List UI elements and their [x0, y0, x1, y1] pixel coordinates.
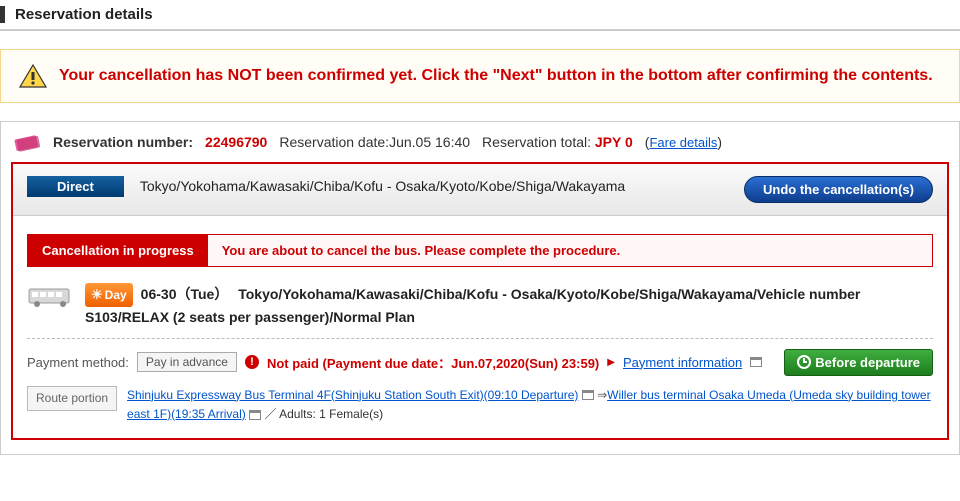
departure-terminal-link[interactable]: Shinjuku Expressway Bus Terminal 4F(Shin… — [127, 388, 578, 402]
fare-details-link[interactable]: Fare details — [649, 135, 717, 150]
trip-row: ☀Day06-30（Tue） Tokyo/Yokohama/Kawasaki/C… — [27, 283, 933, 328]
payment-row: Payment method: Pay in advance ! Not pai… — [27, 349, 933, 376]
reservation-panel: Reservation number: 22496790 Reservation… — [0, 121, 960, 455]
reservation-number-value: 22496790 — [205, 134, 267, 150]
new-window-icon — [582, 390, 594, 400]
page-title: Reservation details — [0, 6, 960, 23]
page-title-section: Reservation details — [0, 0, 960, 31]
alert-icon: ! — [245, 355, 259, 369]
route-box: Direct Tokyo/Yokohama/Kawasaki/Chiba/Kof… — [11, 162, 949, 440]
divider — [27, 338, 933, 339]
new-window-icon — [750, 357, 762, 367]
warning-icon — [19, 64, 47, 88]
arrow-double-icon: ⇒ — [597, 388, 607, 402]
route-body: Cancellation in progress You are about t… — [13, 216, 947, 438]
route-header: Direct Tokyo/Yokohama/Kawasaki/Chiba/Kof… — [13, 164, 947, 216]
fare-details-wrap: (Fare details) — [645, 134, 722, 150]
payment-information-link[interactable]: Payment information — [623, 355, 742, 370]
reservation-header: Reservation number: 22496790 Reservation… — [1, 122, 959, 162]
warning-banner: Your cancellation has NOT been confirmed… — [0, 49, 960, 103]
route-portion-text: Shinjuku Expressway Bus Terminal 4F(Shin… — [127, 386, 933, 424]
cancellation-progress-label: Cancellation in progress — [28, 235, 208, 266]
route-portion-row: Route portion Shinjuku Expressway Bus Te… — [27, 386, 933, 424]
route-text: Tokyo/Yokohama/Kawasaki/Chiba/Kofu - Osa… — [140, 176, 744, 197]
undo-cancellation-button[interactable]: Undo the cancellation(s) — [744, 176, 933, 203]
panel-bottom-spacer — [11, 440, 949, 446]
new-window-icon — [249, 410, 261, 420]
direct-badge: Direct — [27, 176, 124, 197]
passengers-text: Adults: 1 Female(s) — [279, 407, 383, 421]
cancellation-progress-bar: Cancellation in progress You are about t… — [27, 234, 933, 267]
trip-date: 06-30（Tue） — [141, 286, 229, 302]
ticket-icon — [13, 132, 41, 152]
route-portion-label: Route portion — [27, 386, 117, 411]
clock-icon — [797, 355, 811, 369]
before-departure-button[interactable]: Before departure — [784, 349, 933, 376]
not-paid-text: Not paid (Payment due date：Jun.07,2020(S… — [267, 353, 599, 372]
trip-description: ☀Day06-30（Tue） Tokyo/Yokohama/Kawasaki/C… — [85, 283, 933, 328]
bus-icon — [27, 285, 75, 309]
payment-method-value: Pay in advance — [137, 352, 237, 372]
reservation-number-label: Reservation number: — [53, 134, 193, 150]
warning-text: Your cancellation has NOT been confirmed… — [59, 67, 933, 85]
reservation-date: Reservation date:Jun.05 16:40 — [279, 134, 470, 150]
day-badge: ☀Day — [85, 283, 133, 307]
cancellation-progress-text: You are about to cancel the bus. Please … — [208, 235, 635, 266]
reservation-total: Reservation total: JPY 0 — [482, 134, 633, 150]
arrow-icon: ▶ — [607, 357, 615, 368]
sun-icon: ☀ — [91, 285, 103, 305]
payment-method-label: Payment method: — [27, 355, 129, 370]
